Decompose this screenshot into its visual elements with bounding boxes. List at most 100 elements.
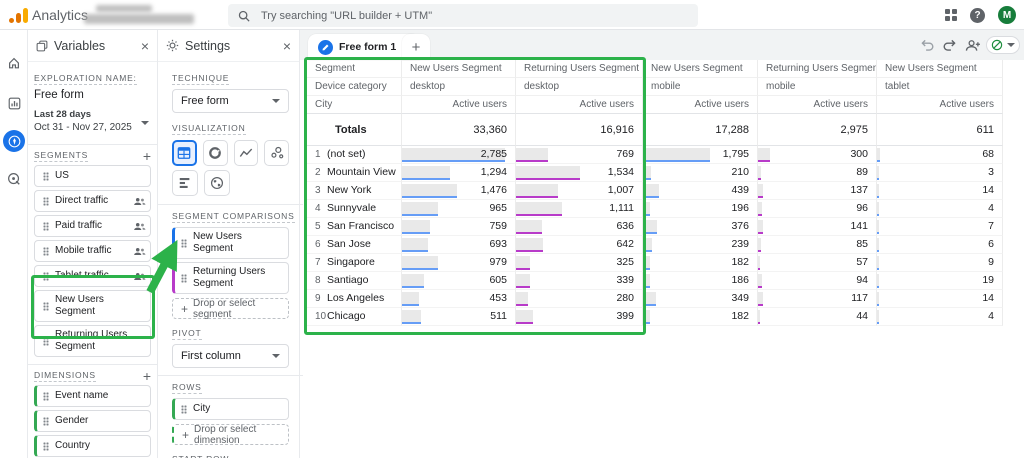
drag-handle-icon[interactable] (43, 442, 49, 451)
data-cell[interactable]: 1,476 (402, 182, 516, 200)
data-cell[interactable]: 1,007 (516, 182, 643, 200)
segment-chip[interactable]: Mobile traffic (34, 240, 151, 262)
exploration-name-value[interactable]: Free form (34, 89, 151, 101)
city-cell[interactable]: 9Los Angeles (307, 290, 402, 308)
account-selector-redacted-line1[interactable] (96, 5, 152, 12)
data-cell[interactable]: 14 (877, 182, 1003, 200)
header-cell-metric[interactable]: Active users (402, 96, 516, 114)
add-segment-icon[interactable]: + (143, 150, 151, 162)
advertising-icon[interactable] (3, 168, 25, 190)
data-cell[interactable]: 376 (643, 218, 758, 236)
close-icon[interactable]: × (283, 39, 291, 53)
drop-segment-zone[interactable]: +Drop or select segment (172, 298, 289, 319)
data-cell[interactable]: 210 (643, 164, 758, 182)
dimension-chip[interactable]: Event name (34, 385, 151, 407)
data-cell[interactable]: 14 (877, 290, 1003, 308)
data-cell[interactable]: 300 (758, 146, 877, 164)
drag-handle-icon[interactable] (43, 222, 49, 231)
close-icon[interactable]: × (141, 39, 149, 53)
data-cell[interactable]: 68 (877, 146, 1003, 164)
data-cell[interactable]: 9 (877, 254, 1003, 272)
data-cell[interactable]: 979 (402, 254, 516, 272)
header-cell-metric[interactable]: Active users (516, 96, 643, 114)
add-dimension-icon[interactable]: + (143, 370, 151, 382)
data-cell[interactable]: 117 (758, 290, 877, 308)
data-cell[interactable]: 349 (643, 290, 758, 308)
header-cell-metric[interactable]: Active users (643, 96, 758, 114)
data-cell[interactable]: 636 (516, 218, 643, 236)
data-cell[interactable]: 19 (877, 272, 1003, 290)
data-cell[interactable]: 3 (877, 164, 1003, 182)
data-cell[interactable]: 605 (402, 272, 516, 290)
segment-chip[interactable]: Tablet traffic (34, 265, 151, 287)
data-cell[interactable]: 965 (402, 200, 516, 218)
data-cell[interactable]: 141 (758, 218, 877, 236)
header-cell-metric[interactable]: Active users (877, 96, 1003, 114)
data-cell[interactable]: 85 (758, 236, 877, 254)
account-selector-redacted-line2[interactable] (84, 14, 194, 24)
drag-handle-icon[interactable] (43, 302, 49, 311)
viz-donut-icon[interactable] (203, 140, 228, 166)
drag-handle-icon[interactable] (181, 239, 187, 248)
city-cell[interactable]: 5San Francisco (307, 218, 402, 236)
search-input[interactable] (259, 9, 639, 23)
city-cell[interactable]: 3New York (307, 182, 402, 200)
header-cell-segment[interactable]: New Users Segment (402, 60, 516, 78)
data-cell[interactable]: 182 (643, 254, 758, 272)
header-cell-segment[interactable]: Returning Users Segment (516, 60, 643, 78)
data-cell[interactable]: 769 (516, 146, 643, 164)
drag-handle-icon[interactable] (43, 392, 49, 401)
data-cell[interactable]: 44 (758, 308, 877, 326)
comparison-segment-chip[interactable]: New Users Segment (172, 227, 289, 259)
segment-chip[interactable]: Returning Users Segment (34, 325, 151, 357)
drag-handle-icon[interactable] (43, 172, 49, 181)
header-cell-segment[interactable]: Returning Users Segment (758, 60, 877, 78)
drag-handle-icon[interactable] (181, 405, 187, 414)
city-cell[interactable]: 10Chicago (307, 308, 402, 326)
city-cell[interactable]: 4Sunnyvale (307, 200, 402, 218)
global-search[interactable] (228, 4, 698, 27)
data-cell[interactable]: 1,534 (516, 164, 643, 182)
header-cell[interactable]: City (307, 96, 402, 114)
data-cell[interactable]: 137 (758, 182, 877, 200)
city-cell[interactable]: 1(not set) (307, 146, 402, 164)
segment-chip[interactable]: Direct traffic (34, 190, 151, 212)
header-cell-metric[interactable]: Active users (758, 96, 877, 114)
drag-handle-icon[interactable] (43, 197, 49, 206)
date-range-picker[interactable]: Last 28 days Oct 31 - Nov 27, 2025 (34, 109, 151, 133)
viz-line-icon[interactable] (234, 140, 259, 166)
data-cell[interactable]: 96 (758, 200, 877, 218)
data-cell[interactable]: 94 (758, 272, 877, 290)
data-cell[interactable]: 186 (643, 272, 758, 290)
dimension-chip[interactable]: Gender (34, 410, 151, 432)
dimension-chip[interactable]: Country (34, 435, 151, 457)
add-tab-button[interactable]: + (402, 34, 430, 60)
drag-handle-icon[interactable] (43, 247, 49, 256)
data-cell[interactable]: 7 (877, 218, 1003, 236)
data-cell[interactable]: 57 (758, 254, 877, 272)
segment-chip[interactable]: Paid traffic (34, 215, 151, 237)
data-cell[interactable]: 339 (516, 272, 643, 290)
header-cell[interactable]: Device category (307, 78, 402, 96)
data-quality-menu[interactable] (986, 36, 1020, 54)
undo-icon[interactable] (918, 36, 936, 54)
comparison-segment-chip[interactable]: Returning Users Segment (172, 262, 289, 294)
data-cell[interactable]: 399 (516, 308, 643, 326)
data-cell[interactable]: 6 (877, 236, 1003, 254)
header-cell-segment[interactable]: New Users Segment (877, 60, 1003, 78)
data-cell[interactable]: 453 (402, 290, 516, 308)
drag-handle-icon[interactable] (43, 417, 49, 426)
rows-dimension-chip[interactable]: City (172, 398, 289, 420)
data-cell[interactable]: 4 (877, 308, 1003, 326)
data-cell[interactable]: 182 (643, 308, 758, 326)
data-cell[interactable]: 439 (643, 182, 758, 200)
header-cell-device[interactable]: desktop (516, 78, 643, 96)
header-cell-device[interactable]: mobile (758, 78, 877, 96)
header-cell-device[interactable]: mobile (643, 78, 758, 96)
data-cell[interactable]: 325 (516, 254, 643, 272)
viz-table-icon[interactable] (172, 140, 197, 166)
data-cell[interactable]: 511 (402, 308, 516, 326)
header-cell-device[interactable]: desktop (402, 78, 516, 96)
data-cell[interactable]: 759 (402, 218, 516, 236)
viz-scatter-icon[interactable] (264, 140, 289, 166)
